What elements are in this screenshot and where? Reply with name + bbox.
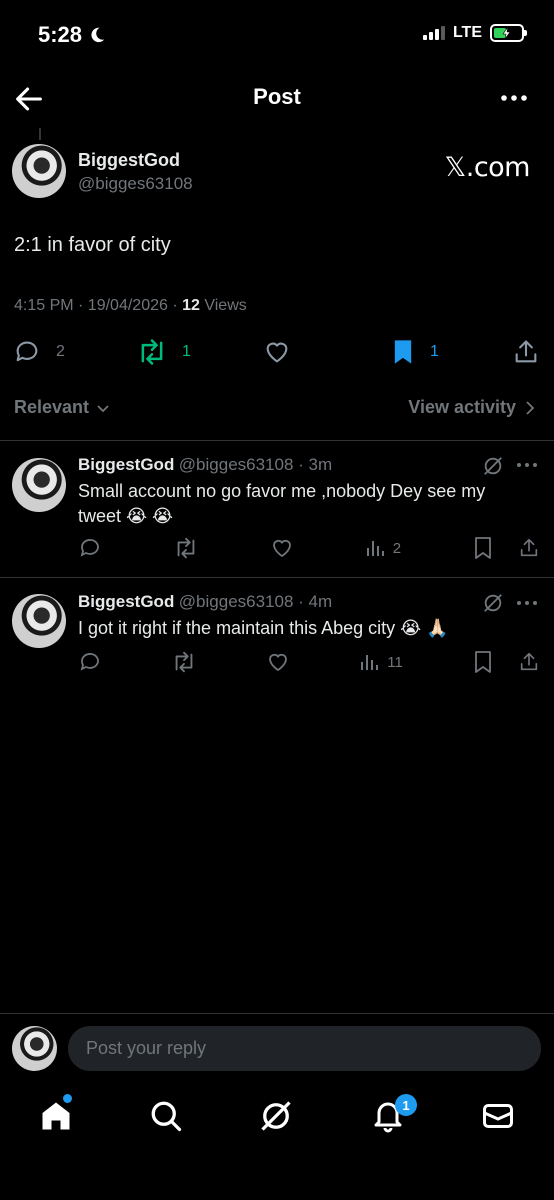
post-text: 2:1 in favor of city: [14, 234, 171, 256]
signal-icon: [422, 26, 445, 40]
search-icon[interactable]: [148, 1098, 184, 1134]
reply-handle-time: @bigges63108 · 4m: [178, 592, 333, 611]
avatar[interactable]: [12, 458, 66, 512]
reply-header: BiggestGod @bigges63108 · 4m: [78, 592, 332, 612]
view-activity-link[interactable]: View activity: [408, 397, 536, 418]
chevron-down-icon: [97, 404, 109, 412]
sort-label: Relevant: [14, 397, 90, 417]
avatar: [12, 1026, 57, 1071]
network-label: LTE: [452, 24, 482, 41]
view-activity-label: View activity: [408, 397, 516, 417]
page-title: Post: [253, 84, 301, 109]
views-action[interactable]: 2: [365, 538, 401, 558]
reply-input[interactable]: Post your reply: [68, 1026, 541, 1071]
reply-action[interactable]: 2: [12, 338, 65, 366]
repost-icon: [141, 339, 163, 365]
grok-icon[interactable]: [258, 1098, 294, 1134]
more-options-icon[interactable]: [516, 458, 538, 472]
views-count: 12: [182, 297, 200, 314]
notifications-badge: 1: [395, 1094, 417, 1116]
avatar[interactable]: [12, 144, 66, 198]
messages-envelope-icon[interactable]: [480, 1098, 516, 1134]
battery-icon: [490, 24, 527, 42]
divider: [0, 1013, 554, 1014]
views-icon: [366, 541, 384, 556]
moon-icon: [91, 27, 105, 43]
more-options-icon[interactable]: [516, 596, 538, 610]
repost-icon[interactable]: [173, 536, 199, 560]
bookmark-icon[interactable]: [472, 650, 494, 674]
reply-icon[interactable]: [78, 536, 102, 560]
reply-count: 2: [56, 343, 65, 360]
author-handle[interactable]: @bigges63108: [78, 174, 193, 194]
status-time: 5:28: [38, 22, 106, 48]
home-icon[interactable]: [38, 1098, 74, 1134]
reply-actions: 2: [78, 536, 540, 560]
reply-author-name[interactable]: BiggestGod: [78, 592, 174, 611]
more-options-icon[interactable]: [500, 88, 528, 108]
repost-icon[interactable]: [171, 650, 197, 674]
views-label: Views: [199, 297, 247, 314]
grok-icon[interactable]: [482, 455, 504, 477]
reply-text: Small account no go favor me ,nobody Dey…: [78, 481, 486, 526]
share-icon[interactable]: [518, 536, 540, 560]
views-icon: [361, 655, 379, 670]
reply-handle-time: @bigges63108 · 3m: [178, 455, 333, 474]
bookmark-count: 1: [430, 343, 439, 360]
xcom-watermark: 𝕏.com: [444, 152, 530, 183]
views-count: 2: [392, 539, 402, 557]
reply-icon: [16, 341, 38, 362]
reply-header: BiggestGod @bigges63108 · 3m: [78, 455, 332, 475]
reply-icon[interactable]: [78, 650, 102, 674]
author-name[interactable]: BiggestGod: [78, 150, 180, 171]
avatar[interactable]: [12, 594, 66, 648]
like-icon[interactable]: [270, 536, 294, 560]
reply-text: I got it right if the maintain this Abeg…: [78, 618, 449, 638]
repost-count: 1: [182, 343, 191, 360]
divider: [0, 577, 554, 578]
bookmark-icon[interactable]: [472, 536, 494, 560]
share-icon[interactable]: [518, 650, 540, 674]
reply-actions: 11: [78, 650, 540, 674]
grok-icon[interactable]: [482, 592, 504, 614]
bookmark-icon: [394, 340, 412, 364]
sort-relevant-dropdown[interactable]: Relevant: [14, 397, 111, 418]
share-icon[interactable]: [512, 338, 540, 366]
like-icon[interactable]: [266, 650, 290, 674]
chevron-right-icon: [526, 400, 535, 415]
divider: [0, 440, 554, 441]
post-meta: 4:15 PM · 19/04/2026 · 12 Views: [14, 297, 247, 315]
views-count: 11: [387, 653, 403, 671]
thread-line: [39, 128, 41, 140]
post-timestamp: 4:15 PM · 19/04/2026 ·: [14, 297, 183, 314]
like-icon[interactable]: [262, 338, 292, 366]
reply-author-name[interactable]: BiggestGod: [78, 455, 174, 474]
repost-action[interactable]: 1: [136, 338, 191, 366]
bookmark-action[interactable]: 1: [390, 338, 439, 366]
status-indicators: LTE: [422, 24, 527, 42]
home-notification-dot: [63, 1094, 72, 1103]
views-action[interactable]: 11: [359, 652, 403, 672]
